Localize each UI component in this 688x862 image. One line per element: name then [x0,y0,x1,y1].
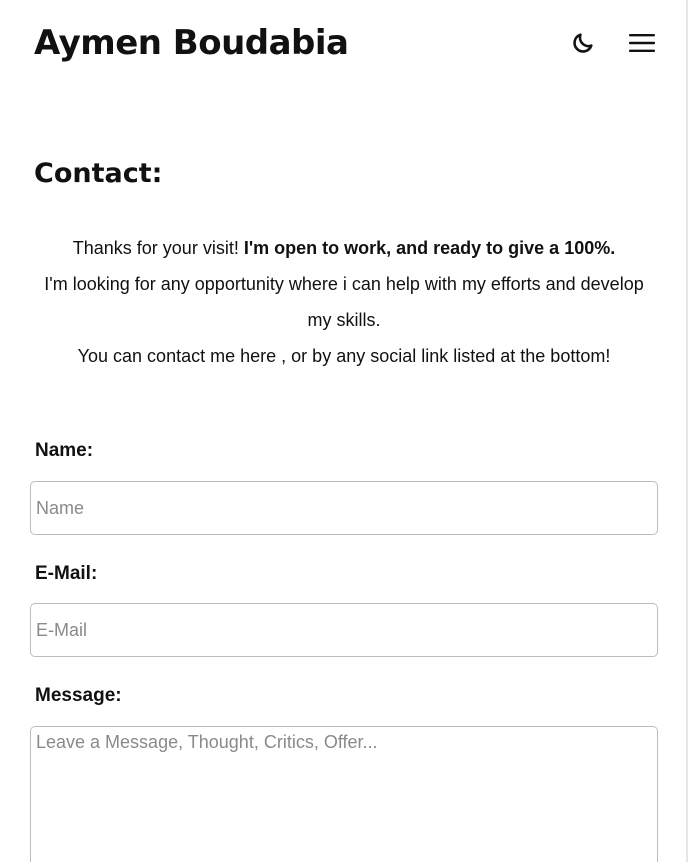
message-textarea[interactable] [30,726,658,862]
email-input[interactable] [30,603,658,657]
theme-toggle-button[interactable] [568,28,598,58]
intro-contact-prefix: You can contact me [77,346,236,366]
top-bar: Aymen Boudabia [0,0,688,88]
intro-contact-suffix: , or by any social link listed at the bo… [281,346,611,366]
site-title[interactable]: Aymen Boudabia [34,22,349,64]
contact-heading: Contact: [34,158,163,189]
intro-line-1: Thanks for your visit! I'm open to work,… [34,230,654,266]
email-label: E-Mail: [35,563,98,584]
intro-looking-text: I'm looking for any opportunity where i … [44,274,644,330]
contact-here-link[interactable]: here [240,346,276,366]
menu-button[interactable] [627,28,657,58]
contact-page: Aymen Boudabia Contact: Thanks for your … [0,0,688,862]
moon-icon [573,33,593,53]
intro-open-to-work-text: I'm open to work, and ready to give a 10… [243,238,616,258]
intro-thanks-text: Thanks for your visit! [72,238,239,258]
name-input[interactable] [30,481,658,535]
message-label: Message: [35,685,122,706]
hamburger-menu-icon [629,34,655,52]
contact-intro: Thanks for your visit! I'm open to work,… [34,230,654,374]
intro-line-3: You can contact me here , or by any soci… [34,338,654,374]
name-label: Name: [35,440,94,461]
